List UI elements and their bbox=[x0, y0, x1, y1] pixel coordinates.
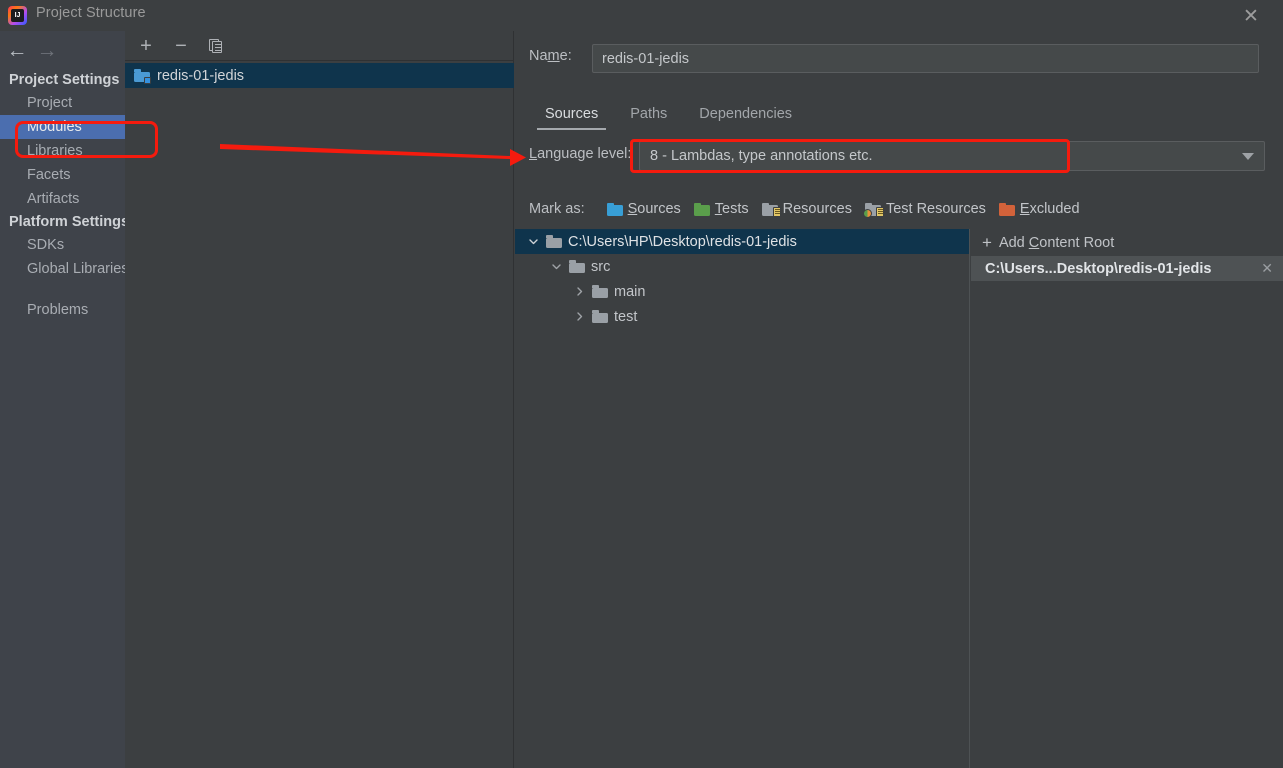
mark-as-resources-button[interactable]: Resources bbox=[761, 201, 852, 217]
mark-as-sources-button[interactable]: Sources bbox=[606, 201, 681, 217]
chevron-right-icon[interactable] bbox=[572, 285, 586, 299]
module-folder-icon bbox=[134, 69, 151, 84]
sidebar-item-problems[interactable]: Problems bbox=[0, 298, 125, 322]
tree-row-label: C:\Users\HP\Desktop\redis-01-jedis bbox=[568, 233, 797, 250]
content-root-item[interactable]: C:\Users...Desktop\redis-01-jedis ✕ bbox=[971, 256, 1283, 281]
language-level-combo[interactable]: 8 - Lambdas, type annotations etc. bbox=[639, 141, 1265, 171]
modules-toolbar: + − bbox=[125, 31, 514, 61]
mark-as-label: Mark as: bbox=[529, 201, 585, 217]
tab-sources[interactable]: Sources bbox=[529, 101, 614, 131]
logo-inner-text: IJ bbox=[11, 9, 24, 22]
module-detail-panel: Name: Sources Paths Dependencies Languag… bbox=[515, 31, 1283, 768]
arrow-right-icon[interactable]: → bbox=[34, 39, 60, 63]
folder-test-resources-icon bbox=[862, 202, 884, 218]
sidebar-item-artifacts[interactable]: Artifacts bbox=[0, 187, 125, 211]
mark-as-tests-button[interactable]: Tests bbox=[693, 201, 749, 217]
source-roots-tree: C:\Users\HP\Desktop\redis-01-jedis src m… bbox=[515, 229, 970, 768]
chevron-right-icon[interactable] bbox=[572, 310, 586, 324]
tree-row[interactable]: C:\Users\HP\Desktop\redis-01-jedis bbox=[515, 229, 969, 254]
folder-icon bbox=[592, 310, 608, 323]
copy-glyph bbox=[209, 38, 223, 53]
project-structure-dialog: IJ Project Structure ✕ ← → Project Setti… bbox=[0, 0, 1283, 768]
sidebar-nav-list: Project Settings Project Modules Librari… bbox=[0, 69, 125, 322]
settings-sidebar: ← → Project Settings Project Modules Lib… bbox=[0, 31, 125, 768]
mark-as-test-resources-button[interactable]: Test Resources bbox=[862, 201, 986, 218]
sidebar-item-libraries[interactable]: Libraries bbox=[0, 139, 125, 163]
navigation-arrows: ← → bbox=[0, 37, 125, 69]
mark-as-excluded-button[interactable]: Excluded bbox=[998, 201, 1080, 217]
content-roots-panel: + Add Content Root C:\Users...Desktop\re… bbox=[971, 229, 1283, 768]
name-row: Name: bbox=[529, 48, 592, 64]
mark-as-row: Mark as: Sources Tests Resources Test Re… bbox=[529, 201, 1093, 218]
detail-tabs: Sources Paths Dependencies bbox=[529, 101, 808, 131]
module-list-item-label: redis-01-jedis bbox=[157, 67, 245, 84]
intellij-logo-icon: IJ bbox=[8, 6, 27, 25]
tree-row-label: test bbox=[614, 308, 638, 325]
folder-icon bbox=[546, 235, 562, 248]
sidebar-item-modules[interactable]: Modules bbox=[0, 115, 125, 139]
sidebar-group-platform-settings: Platform Settings bbox=[9, 214, 125, 230]
folder-icon bbox=[569, 260, 585, 273]
sidebar-group-project-settings: Project Settings bbox=[9, 72, 120, 88]
tree-row-label: main bbox=[614, 283, 646, 300]
sidebar-item-sdks[interactable]: SDKs bbox=[0, 233, 125, 257]
arrow-left-icon[interactable]: ← bbox=[4, 39, 30, 63]
content-root-label: C:\Users...Desktop\redis-01-jedis bbox=[985, 260, 1212, 277]
close-icon[interactable]: ✕ bbox=[1261, 260, 1273, 277]
add-content-root-label: Add Content Root bbox=[998, 234, 1115, 251]
minus-icon[interactable]: − bbox=[170, 35, 192, 57]
tab-paths[interactable]: Paths bbox=[614, 101, 683, 131]
folder-excluded-icon bbox=[998, 202, 1015, 216]
tab-dependencies[interactable]: Dependencies bbox=[683, 101, 808, 131]
close-icon[interactable]: ✕ bbox=[1239, 4, 1263, 28]
language-level-row: Language level: bbox=[529, 146, 631, 162]
folder-sources-icon bbox=[606, 202, 623, 216]
tree-row[interactable]: main bbox=[515, 279, 969, 304]
tree-row[interactable]: src bbox=[515, 254, 969, 279]
module-list-item[interactable]: redis-01-jedis bbox=[125, 63, 514, 88]
module-name-input[interactable] bbox=[592, 44, 1259, 73]
tree-row-label: src bbox=[591, 258, 611, 275]
folder-resources-icon bbox=[761, 202, 781, 217]
title-bar: IJ Project Structure ✕ bbox=[0, 0, 1283, 31]
chevron-down-icon[interactable] bbox=[549, 260, 563, 274]
folder-tests-icon bbox=[693, 202, 710, 216]
chevron-down-icon[interactable] bbox=[526, 235, 540, 249]
folder-icon bbox=[592, 285, 608, 298]
chevron-down-icon bbox=[1242, 153, 1254, 160]
modules-list-panel: + − redis-01-jedis bbox=[125, 31, 514, 768]
sidebar-item-global-libraries[interactable]: Global Libraries bbox=[0, 257, 125, 281]
plus-icon[interactable]: + bbox=[135, 35, 157, 57]
sidebar-item-facets[interactable]: Facets bbox=[0, 163, 125, 187]
window-title: Project Structure bbox=[36, 5, 146, 21]
plus-icon: + bbox=[982, 232, 992, 252]
copy-icon[interactable] bbox=[205, 35, 227, 57]
name-label: Name: bbox=[529, 48, 572, 64]
language-level-value: 8 - Lambdas, type annotations etc. bbox=[650, 148, 873, 164]
sidebar-item-project[interactable]: Project bbox=[0, 91, 125, 115]
add-content-root-button[interactable]: + Add Content Root bbox=[971, 229, 1283, 256]
language-level-label: Language level: bbox=[529, 146, 632, 162]
tree-row[interactable]: test bbox=[515, 304, 969, 329]
